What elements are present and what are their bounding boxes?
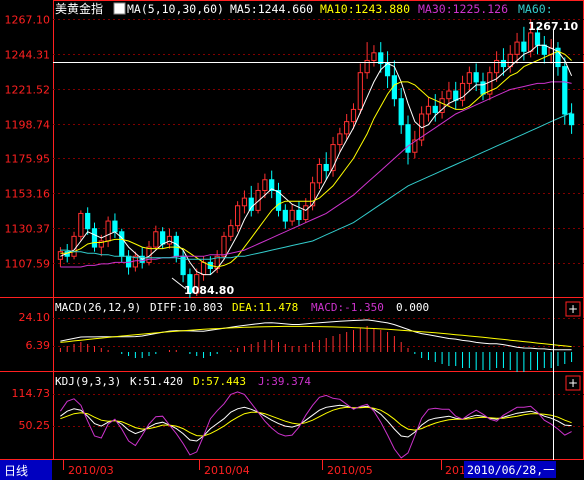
ma60-value: MA60: (518, 2, 553, 16)
ma5-value: MA5:1244.660 (230, 2, 313, 16)
price-tick-label: 1130.37 (5, 223, 51, 236)
macd-expand-button[interactable]: + (565, 301, 581, 317)
candle-body (446, 90, 452, 100)
price-tick-label: 1107.59 (5, 258, 51, 271)
candle-body (371, 52, 377, 61)
date-label-2: 2010/04 (204, 464, 250, 477)
low-price-annotation: 1084.80 (184, 284, 234, 297)
candle-body (85, 212, 91, 230)
candle-body (480, 81, 486, 95)
candle-body (282, 209, 288, 222)
candle-body (357, 72, 363, 110)
candle-body (112, 220, 118, 233)
kdj-params-label: KDJ(9,3,3) (55, 375, 121, 388)
candle-body (200, 261, 207, 276)
price-tick-label: 1175.95 (5, 153, 51, 166)
ma10-value: MA10:1243.880 (320, 2, 410, 16)
candle-body (105, 220, 111, 242)
candle-body (541, 44, 547, 55)
high-price-annotation: 1267.10 (528, 20, 578, 33)
svg-text:+: + (568, 302, 578, 316)
candle-body (562, 66, 568, 115)
ma-setting-icon[interactable] (113, 2, 126, 15)
candle-body (528, 32, 534, 52)
kdj-expand-button[interactable]: + (565, 375, 581, 391)
candle-body (568, 113, 575, 126)
candle-body (221, 235, 227, 257)
candle-body (398, 98, 404, 126)
candle-body (153, 231, 159, 248)
candle-body (425, 105, 432, 115)
period-tab[interactable]: 日线 (0, 460, 52, 480)
candle-body (248, 197, 254, 211)
instrument-title: 美黄金指 (55, 1, 103, 16)
candle-body (119, 231, 125, 257)
date-label-1: 2010/03 (68, 464, 114, 477)
candle-body (166, 235, 173, 245)
macd-dea-value: DEA:11.478 (232, 301, 298, 314)
candle-body (160, 231, 166, 245)
candle-body (344, 121, 350, 135)
candle-body (405, 124, 411, 153)
candle-body (91, 228, 98, 248)
candle-body (473, 72, 479, 83)
candle-body (303, 205, 309, 221)
candle-body (323, 163, 329, 172)
kdj-tick-2: 50.25 (19, 419, 51, 432)
price-tick-label: 1198.74 (5, 119, 51, 132)
macd-hist-value: MACD:-1.350 (311, 301, 384, 314)
candle-body (296, 209, 302, 221)
candle-body (71, 235, 77, 257)
candle-body (378, 52, 384, 65)
candle-body (78, 212, 84, 237)
macd-params-label: MACD(26,12,9) (55, 301, 141, 314)
candle-body (316, 163, 323, 184)
kline-chart-stage: 1267.10 1244.31 1221.52 1198.74 1175.95 1153.… (0, 0, 584, 480)
candle-body (500, 59, 507, 68)
candle-body (241, 197, 248, 207)
candle-body (514, 41, 520, 55)
ma30-value: MA30:1225.126 (418, 2, 508, 16)
kdj-d-value: D:57.443 (193, 375, 246, 388)
candle-body (173, 235, 179, 257)
cursor-date-label: 2010/06/28,一 (467, 463, 555, 477)
date-label-3: 2010/05 (327, 464, 373, 477)
candle-body (289, 209, 295, 222)
candle-body (521, 41, 527, 52)
candle-body (235, 205, 241, 227)
macd-tick-2: 6.39 (26, 339, 51, 352)
price-tick-label: 1153.16 (5, 188, 51, 201)
candle-body (534, 32, 541, 46)
svg-text:+: + (568, 376, 578, 390)
candle-body (262, 179, 268, 191)
candle-body (350, 108, 357, 123)
candle-body (453, 90, 459, 101)
macd-extra-value: 0.000 (396, 301, 429, 314)
ma-params-label: MA(5,10,30,60) (127, 2, 224, 16)
macd-diff-value: DIFF:10.803 (150, 301, 223, 314)
price-tick-label: 1221.52 (5, 84, 51, 97)
candle-body (466, 72, 472, 84)
kdj-k-value: K:51.420 (130, 375, 183, 388)
kdj-tick-1: 114.73 (12, 387, 51, 400)
candle-body (228, 225, 234, 237)
candle-body (337, 133, 343, 146)
price-tick-label: 1244.31 (5, 49, 51, 62)
date-label-4: 201 (445, 464, 466, 477)
kdj-j-value: J:39.374 (258, 375, 311, 388)
macd-tick-1: 24.10 (19, 311, 51, 324)
candle-body (432, 105, 438, 113)
price-tick-label: 1267.10 (5, 14, 51, 27)
period-label: 日线 (4, 464, 28, 478)
